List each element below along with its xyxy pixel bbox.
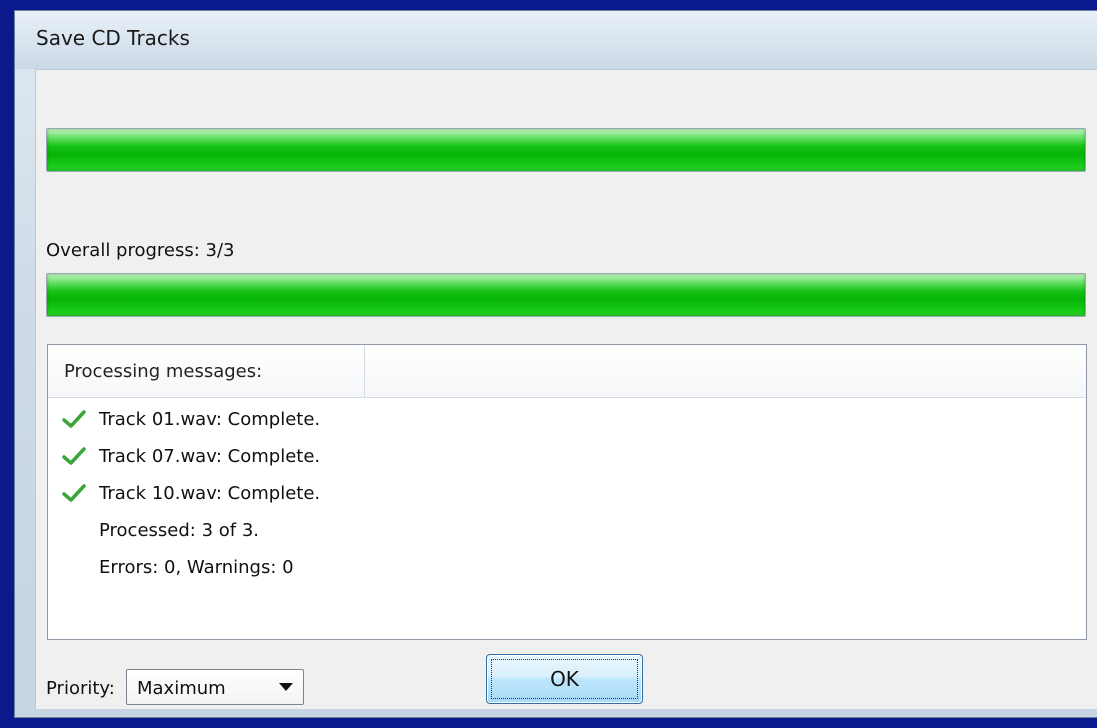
message-text: Track 01.wav: Complete. (99, 409, 321, 430)
check-icon (62, 410, 86, 428)
priority-select[interactable]: Maximum (126, 669, 304, 705)
overall-progress-bar (46, 273, 1086, 317)
messages-header-label: Processing messages: (64, 361, 263, 382)
message-row: Errors: 0, Warnings: 0 (48, 553, 1086, 590)
ok-button[interactable]: OK (486, 654, 643, 704)
message-text: Processed: 3 of 3. (99, 520, 259, 541)
message-rows: Track 01.wav: Complete. Track 07.wav: Co… (48, 405, 1086, 590)
overall-progress-label: Overall progress: 3/3 (46, 240, 235, 261)
message-row: Processed: 3 of 3. (48, 516, 1086, 553)
message-text: Track 07.wav: Complete. (99, 446, 321, 467)
check-icon (62, 447, 86, 465)
message-row: Track 01.wav: Complete. (48, 405, 1086, 442)
messages-column-header[interactable]: Processing messages: (48, 345, 365, 397)
track-progress-bar (46, 128, 1086, 172)
message-text: Errors: 0, Warnings: 0 (99, 557, 294, 578)
priority-label: Priority: (46, 678, 115, 699)
window-title: Save CD Tracks (36, 26, 190, 50)
message-row: Track 07.wav: Complete. (48, 442, 1086, 479)
track-progress-fill (47, 129, 1085, 171)
priority-selected-value: Maximum (137, 678, 226, 699)
check-icon (62, 484, 86, 502)
overall-progress-fill (47, 274, 1085, 316)
processing-messages-list[interactable]: Processing messages: Track 01.wav: Compl… (47, 344, 1087, 640)
save-cd-tracks-dialog: Save CD Tracks Overall progress: 3/3 Pro… (14, 10, 1097, 718)
ok-button-label: OK (550, 667, 579, 691)
message-text: Track 10.wav: Complete. (99, 483, 321, 504)
message-row: Track 10.wav: Complete. (48, 479, 1086, 516)
dropdown-arrow-icon[interactable] (279, 683, 293, 691)
messages-header: Processing messages: (48, 345, 1086, 398)
dialog-client-area: Overall progress: 3/3 Processing message… (35, 69, 1097, 709)
title-bar[interactable]: Save CD Tracks (15, 11, 1097, 69)
